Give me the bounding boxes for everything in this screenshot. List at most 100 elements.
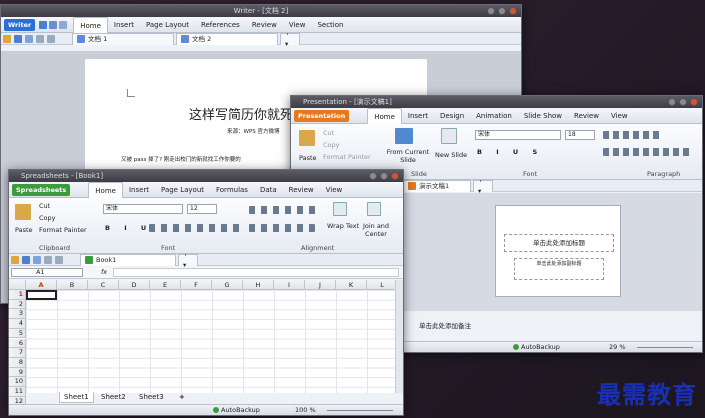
column-header[interactable]: L (367, 280, 398, 290)
print-icon[interactable] (25, 34, 33, 43)
maximize-icon[interactable] (498, 7, 506, 15)
tab-presentation[interactable]: 演示文稿1 (403, 179, 471, 192)
menu-slide-show[interactable]: Slide Show (518, 108, 568, 124)
merge-icon[interactable] (367, 202, 381, 216)
tab-doc2[interactable]: 文档 2 (176, 32, 278, 45)
column-header[interactable]: D (119, 280, 150, 290)
column-header[interactable]: J (305, 280, 336, 290)
wrap-text-button[interactable]: Wrap Text (327, 222, 359, 230)
menu-view[interactable]: View (605, 108, 634, 124)
from-current-slide-button[interactable]: From Current Slide (385, 148, 431, 164)
format-painter-button[interactable]: Format Painter (39, 226, 87, 234)
tab-book1[interactable]: Book1 (80, 253, 176, 266)
add-sheet-button[interactable]: + (175, 392, 189, 403)
indent-icons[interactable] (249, 224, 315, 232)
column-header[interactable]: E (150, 280, 181, 290)
fx-button[interactable]: fx (101, 268, 107, 276)
print-icon[interactable] (33, 255, 41, 264)
menu-home[interactable]: Home (73, 16, 108, 33)
maximize-icon[interactable] (679, 98, 687, 106)
redo-icon[interactable] (55, 255, 63, 264)
font-style-buttons[interactable]: B I U S (477, 148, 543, 156)
copy-button[interactable]: Copy (323, 141, 340, 149)
row-header[interactable]: 2 (9, 299, 26, 310)
new-tab-button[interactable]: + ▾ (473, 176, 493, 195)
column-header[interactable]: C (88, 280, 119, 290)
save-icon[interactable] (22, 255, 30, 264)
row-header[interactable]: 1 (9, 290, 26, 300)
paste-icon[interactable] (299, 130, 315, 146)
spreadsheet-titlebar[interactable]: Spreadsheets - [Book1] (9, 170, 403, 182)
cut-button[interactable]: Cut (39, 202, 50, 210)
column-header[interactable]: K (336, 280, 367, 290)
alignment-icons[interactable] (603, 148, 693, 156)
zoom-slider[interactable] (637, 347, 693, 348)
slide-title-placeholder[interactable]: 单击此处添加标题 (504, 234, 614, 252)
undo-icon[interactable] (44, 255, 52, 264)
autobackup-label[interactable]: AutoBackup (521, 342, 560, 352)
formula-input[interactable] (113, 268, 399, 277)
column-header[interactable]: B (57, 280, 88, 290)
new-slide-button[interactable]: New Slide (435, 151, 467, 159)
alignment-icons[interactable] (249, 206, 321, 214)
row-header[interactable]: 9 (9, 367, 26, 378)
zoom-slider[interactable] (327, 410, 393, 411)
menu-design[interactable]: Design (434, 108, 470, 124)
presentation-app-button[interactable]: Presentation (294, 109, 350, 122)
menu-home[interactable]: Home (88, 181, 123, 198)
new-tab-button[interactable]: + ▾ (280, 29, 300, 48)
active-cell-a1[interactable] (26, 290, 57, 300)
paste-button[interactable]: Paste (15, 226, 33, 234)
new-tab-button[interactable]: + ▾ (178, 250, 198, 269)
row-header[interactable]: 10 (9, 377, 26, 387)
minimize-icon[interactable] (487, 7, 495, 15)
slideshow-icon[interactable] (395, 128, 413, 144)
spreadsheet-app-button[interactable]: Spreadsheets (12, 183, 71, 196)
writer-app-button[interactable]: Writer (4, 18, 36, 31)
menu-data[interactable]: Data (254, 182, 283, 198)
undo-icon[interactable] (36, 34, 44, 43)
menu-review[interactable]: Review (283, 182, 320, 198)
slide-canvas[interactable]: 单击此处添加标题 单击此处添加副标题 (495, 205, 621, 297)
row-header[interactable]: 4 (9, 319, 26, 329)
copy-button[interactable]: Copy (39, 214, 56, 222)
font-format-icons[interactable] (149, 224, 241, 232)
vertical-scrollbar[interactable] (395, 280, 403, 393)
menu-home[interactable]: Home (367, 107, 402, 124)
menu-insert[interactable]: Insert (402, 108, 434, 124)
close-icon[interactable] (509, 7, 517, 15)
paragraph-icons[interactable] (603, 131, 663, 139)
font-size-combo[interactable]: 12 (187, 204, 217, 214)
save-icon[interactable] (14, 34, 22, 43)
menu-page-layout[interactable]: Page Layout (140, 17, 195, 33)
autobackup-label[interactable]: AutoBackup (221, 405, 260, 415)
column-header[interactable]: I (274, 280, 305, 290)
name-box[interactable]: A1 (11, 268, 83, 277)
slide-subtitle-placeholder[interactable]: 单击此处添加副标题 (514, 258, 604, 280)
select-all-corner[interactable] (9, 280, 26, 290)
row-header[interactable]: 8 (9, 357, 26, 368)
redo-icon[interactable] (47, 34, 55, 43)
minimize-icon[interactable] (668, 98, 676, 106)
sheet-tab-3[interactable]: Sheet3 (135, 392, 168, 403)
notes-pane[interactable]: 单击此处添加备注 (419, 320, 471, 330)
print-icon[interactable] (49, 20, 58, 29)
format-painter-button[interactable]: Format Painter (323, 153, 371, 161)
undo-icon[interactable] (59, 20, 68, 29)
save-icon[interactable] (39, 20, 48, 29)
row-header[interactable]: 6 (9, 338, 26, 349)
maximize-icon[interactable] (380, 172, 388, 180)
open-icon[interactable] (11, 255, 19, 264)
tab-doc1[interactable]: 文档 1 (72, 32, 174, 45)
menu-formulas[interactable]: Formulas (210, 182, 254, 198)
menu-review[interactable]: Review (246, 17, 283, 33)
new-slide-icon[interactable] (441, 128, 457, 144)
minimize-icon[interactable] (369, 172, 377, 180)
menu-references[interactable]: References (195, 17, 246, 33)
wrap-text-icon[interactable] (333, 202, 347, 216)
menu-view[interactable]: View (320, 182, 349, 198)
close-icon[interactable] (690, 98, 698, 106)
column-header[interactable]: G (212, 280, 243, 290)
column-header[interactable]: F (181, 280, 212, 290)
font-name-combo[interactable]: 宋体 (103, 204, 183, 214)
